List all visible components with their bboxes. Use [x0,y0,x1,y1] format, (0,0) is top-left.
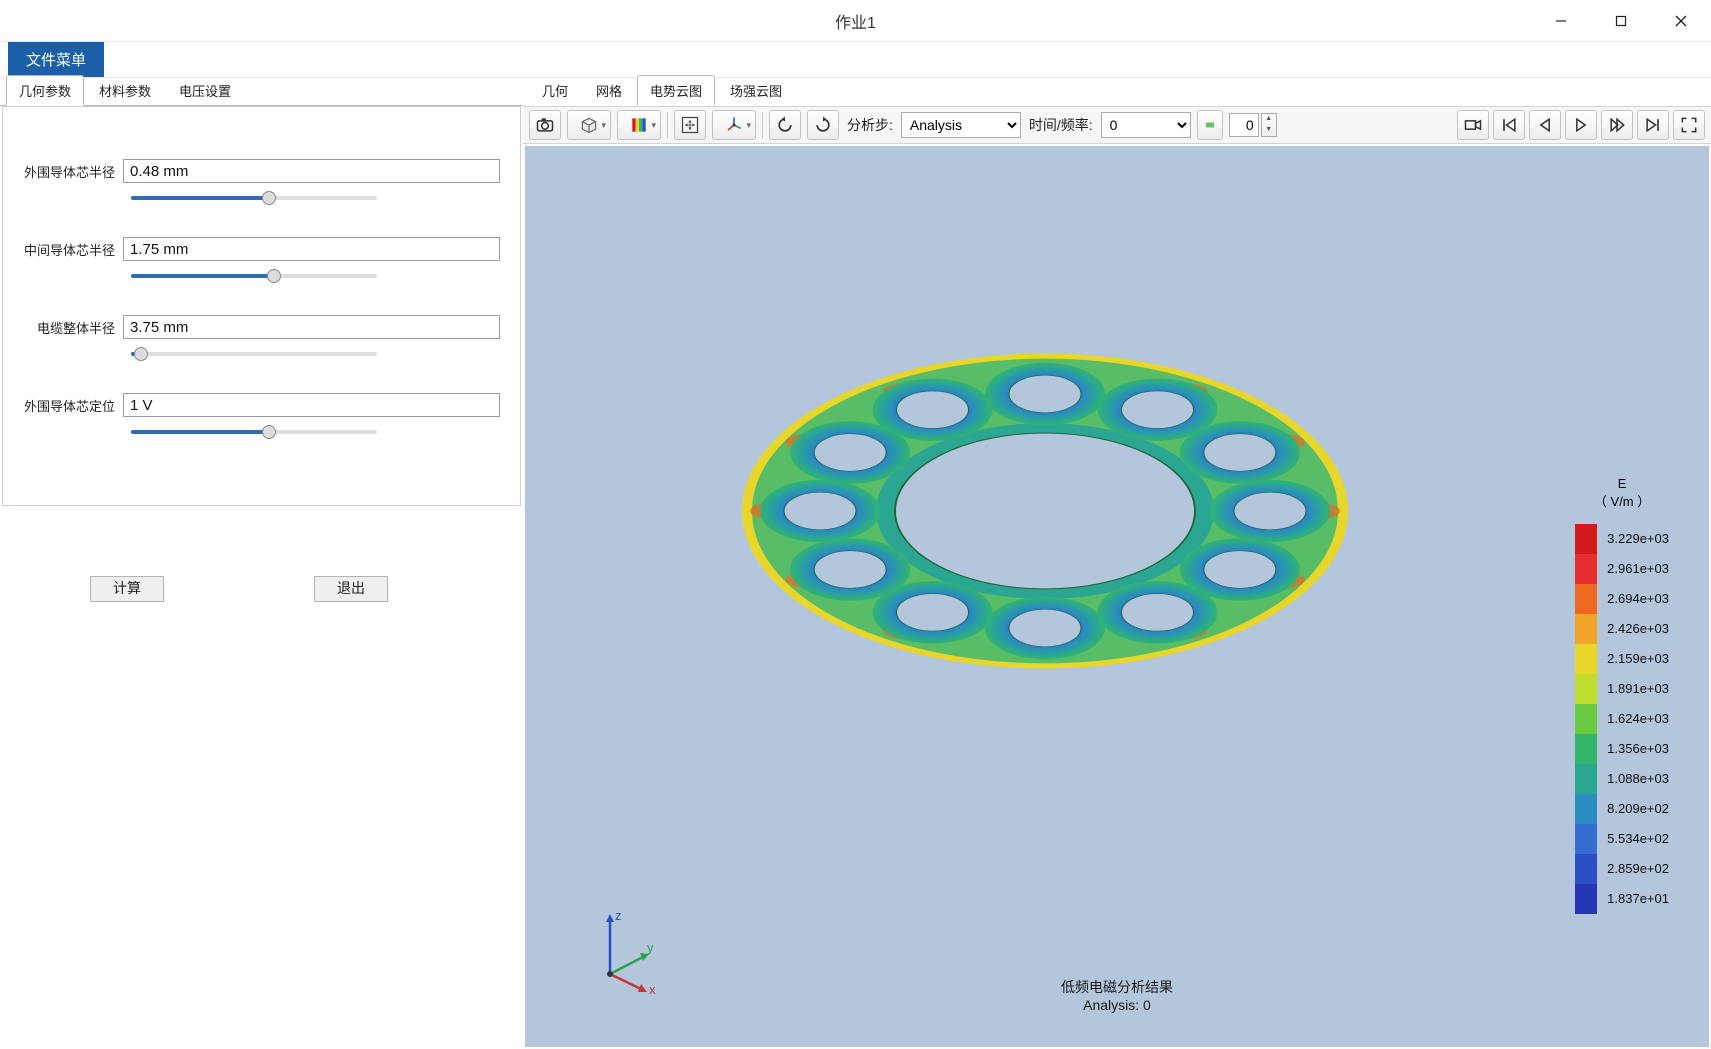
left-tabstrip: 几何参数 材料参数 电压设置 [0,78,523,106]
menubar: 文件菜单 [0,42,1711,78]
legend-swatch [1575,854,1597,884]
file-menu[interactable]: 文件菜单 [8,42,104,77]
legend-swatch [1575,824,1597,854]
frame-value: 0 [1229,113,1259,137]
legend-swatch [1575,704,1597,734]
cable-total-radius-input[interactable] [123,315,500,339]
window-controls [1531,0,1711,42]
play-icon[interactable] [1565,110,1597,140]
analysis-step-label: 分析步: [847,115,893,135]
outer-core-position-input[interactable] [123,393,500,417]
legend-swatch [1575,614,1597,644]
window-title: 作业1 [835,9,876,33]
left-pane: 几何参数 材料参数 电压设置 外围导体芯半径 中间导体芯半径 [0,78,523,1049]
legend-value: 2.694e+03 [1607,584,1669,614]
calculate-button[interactable]: 计算 [90,576,164,602]
right-pane: 几何 网格 电势云图 场强云图 分析步: Analysis 时间/频率: 0 [523,78,1711,1049]
result-caption: 低频电磁分析结果 Analysis: 0 [1061,977,1173,1013]
tab-voltage-settings[interactable]: 电压设置 [166,75,244,105]
tab-field-cloud[interactable]: 场强云图 [717,75,795,105]
cube-icon[interactable] [567,110,611,140]
frame-spinner[interactable]: ▲▼ [1261,113,1277,137]
rotate-ccw-icon[interactable] [769,110,801,140]
time-freq-label: 时间/频率: [1029,115,1093,135]
legend-swatch [1575,794,1597,824]
legend-value: 1.088e+03 [1607,764,1669,794]
outer-core-radius-slider[interactable] [131,189,377,207]
legend-swatch [1575,764,1597,794]
legend-value: 5.534e+02 [1607,824,1669,854]
svg-text:z: z [615,908,622,923]
legend-swatch [1575,674,1597,704]
legend-value: 3.229e+03 [1607,524,1669,554]
contour-plot [725,346,1365,676]
skip-last-icon[interactable] [1637,110,1669,140]
step-forward-icon[interactable] [1601,110,1633,140]
legend-swatch [1575,524,1597,554]
time-freq-select[interactable]: 0 [1101,112,1191,138]
geo-params-panel: 外围导体芯半径 中间导体芯半径 电缆整体半径 [2,106,521,506]
cable-total-radius-label: 电缆整体半径 [23,318,123,337]
accept-icon[interactable] [1197,110,1223,140]
viewport[interactable]: z y x 低频电磁分析结果 Analysis: 0 [525,146,1709,1047]
legend-value: 1.837e+01 [1607,884,1669,914]
svg-text:x: x [649,982,656,994]
legend-value: 1.891e+03 [1607,674,1669,704]
tab-potential-cloud[interactable]: 电势云图 [637,75,715,106]
legend-swatch [1575,644,1597,674]
analysis-step-select[interactable]: Analysis [901,112,1021,138]
coord-axes-icon: z y x [585,904,665,997]
rotate-cw-icon[interactable] [807,110,839,140]
legend-swatch [1575,884,1597,914]
minimize-button[interactable] [1531,0,1591,42]
legend-value: 2.859e+02 [1607,854,1669,884]
tab-geometry[interactable]: 几何 [529,75,581,105]
legend-value: 1.624e+03 [1607,704,1669,734]
legend-swatch [1575,554,1597,584]
legend-value: 1.356e+03 [1607,734,1669,764]
viewport-toolbar: 分析步: Analysis 时间/频率: 0 0 ▲▼ [523,106,1711,144]
tab-material-params[interactable]: 材料参数 [86,75,164,105]
step-back-icon[interactable] [1529,110,1561,140]
svg-text:y: y [647,940,654,955]
skip-first-icon[interactable] [1493,110,1525,140]
middle-core-radius-slider[interactable] [131,267,377,285]
tab-mesh[interactable]: 网格 [583,75,635,105]
titlebar: 作业1 [0,0,1711,42]
fit-view-icon[interactable] [674,110,706,140]
middle-core-radius-input[interactable] [123,237,500,261]
close-button[interactable] [1651,0,1711,42]
camera-icon[interactable] [529,110,561,140]
legend-value: 2.961e+03 [1607,554,1669,584]
fullscreen-icon[interactable] [1673,110,1705,140]
legend-swatch [1575,584,1597,614]
legend-value: 2.426e+03 [1607,614,1669,644]
middle-core-radius-label: 中间导体芯半径 [23,240,123,259]
legend-swatch [1575,734,1597,764]
legend-value: 2.159e+03 [1607,644,1669,674]
maximize-button[interactable] [1591,0,1651,42]
right-tabstrip: 几何 网格 电势云图 场强云图 [523,78,1711,106]
outer-core-position-label: 外围导体芯定位 [23,396,123,415]
axes-icon[interactable] [712,110,756,140]
exit-button[interactable]: 退出 [314,576,388,602]
color-legend: E （ V/m ） 3.229e+032.961e+032.694e+032.4… [1575,476,1669,914]
colormap-icon[interactable] [617,110,661,140]
frame-pager[interactable]: 0 ▲▼ [1229,113,1277,137]
legend-value: 8.209e+02 [1607,794,1669,824]
tab-geo-params[interactable]: 几何参数 [6,75,84,106]
outer-core-radius-label: 外围导体芯半径 [23,162,123,181]
video-camera-icon[interactable] [1457,110,1489,140]
outer-core-position-slider[interactable] [131,423,377,441]
outer-core-radius-input[interactable] [123,159,500,183]
cable-total-radius-slider[interactable] [131,345,377,363]
